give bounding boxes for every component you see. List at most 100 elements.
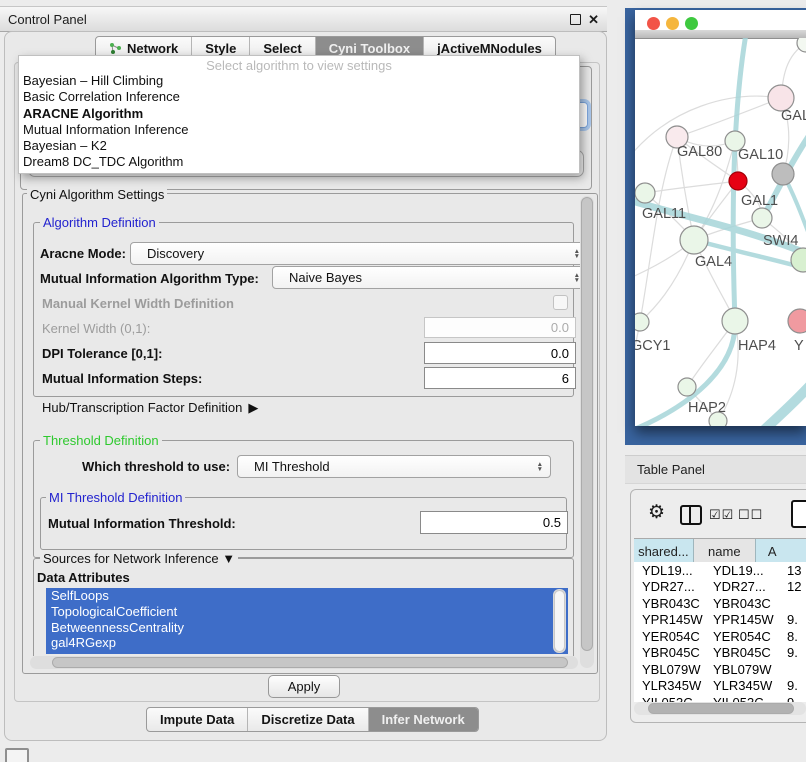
sources-toggle[interactable]: Sources for Network Inference ▼ <box>40 551 238 566</box>
zoom-traffic-light[interactable] <box>685 17 698 30</box>
algorithm-option-selected[interactable]: ARACNE Algorithm <box>19 106 579 122</box>
mi-type-label: Mutual Information Algorithm Type: <box>40 271 259 286</box>
table-row[interactable]: YER054CYER054C8. <box>634 628 806 645</box>
network-icon <box>109 42 122 55</box>
table-hscrollbar-thumb[interactable] <box>648 703 794 714</box>
which-threshold-label: Which threshold to use: <box>82 459 230 474</box>
list-scrollbar-track[interactable] <box>553 589 566 653</box>
node-gal4 <box>680 226 708 254</box>
new-table-icon[interactable] <box>791 500 806 528</box>
node-label: HAP2 <box>688 400 726 416</box>
attribute-item-selected[interactable]: gal4RGexp <box>46 635 568 651</box>
float-panel-icon[interactable] <box>570 14 581 25</box>
table-rows: YDL19...YDL19...13 YDR27...YDR27...12 YB… <box>634 562 806 702</box>
manual-kernel-label: Manual Kernel Width Definition <box>42 296 234 311</box>
close-icon[interactable]: ✕ <box>588 13 599 26</box>
attribute-item-selected[interactable]: TopologicalCoefficient <box>46 604 568 620</box>
node-gray <box>772 163 794 185</box>
tab-impute-data[interactable]: Impute Data <box>147 708 248 731</box>
dpi-tolerance-field[interactable]: 0.0 <box>424 342 576 364</box>
attribute-item-selected[interactable]: BetweennessCentrality <box>46 620 568 636</box>
settings-hscrollbar-thumb[interactable] <box>52 657 568 668</box>
node-label: GAL80 <box>677 144 722 160</box>
mi-threshold-title: MI Threshold Definition <box>46 490 185 505</box>
tab-discretize-data[interactable]: Discretize Data <box>248 708 368 731</box>
column-header-name[interactable]: name <box>694 539 756 563</box>
node-label: GAL11 <box>642 206 686 222</box>
minimize-traffic-light[interactable] <box>666 17 679 30</box>
manual-kernel-checkbox[interactable] <box>553 295 568 310</box>
table-row[interactable]: YDR27...YDR27...12 <box>634 579 806 596</box>
node-label: GAL1 <box>741 193 778 209</box>
mi-type-combobox[interactable]: Naive Bayes ▲▼ <box>272 266 588 289</box>
tab-infer-network[interactable]: Infer Network <box>369 708 478 731</box>
aracne-mode-label: Aracne Mode: <box>40 246 126 261</box>
mi-threshold-label: Mutual Information Threshold: <box>48 516 236 531</box>
table-row[interactable]: YBL079WYBL079W <box>634 661 806 678</box>
table-panel-titlebar: Table Panel <box>625 455 806 484</box>
algorithm-option[interactable]: Bayesian – Hill Climbing <box>19 73 579 89</box>
list-scrollbar-thumb[interactable] <box>554 590 565 652</box>
table-row[interactable]: YIL053CYIL053C9 <box>634 694 806 702</box>
settings-vscrollbar-thumb[interactable] <box>581 197 593 651</box>
cyni-bottom-tabbar: Impute Data Discretize Data Infer Networ… <box>146 707 479 732</box>
settings-vscrollbar-track[interactable] <box>580 196 594 668</box>
table-row[interactable]: YBR043CYBR043C <box>634 595 806 612</box>
collapsed-arrow-icon: ▶ <box>248 400 258 416</box>
algorithm-option[interactable]: Mutual Information Inference <box>19 122 579 138</box>
control-panel-titlebar: Control Panel ✕ <box>0 6 607 32</box>
aracne-mode-combobox[interactable]: Discovery ▲▼ <box>130 242 588 265</box>
column-header-shared[interactable]: shared... <box>634 539 694 563</box>
data-attributes-label: Data Attributes <box>37 570 130 585</box>
algorithm-dropdown-list: Select algorithm to view settings Bayesi… <box>18 55 580 174</box>
table-row[interactable]: YDL19...YDL19...13 <box>634 562 806 579</box>
node-gcy1 <box>635 313 649 331</box>
gear-icon[interactable]: ⚙ <box>648 503 665 522</box>
hub-definition-toggle[interactable]: Hub/Transcription Factor Definition▶ <box>42 400 258 416</box>
dropdown-placeholder: Select algorithm to view settings <box>19 56 579 73</box>
minimized-panel-icon[interactable] <box>5 748 29 762</box>
stepper-arrows-icon: ▲▼ <box>537 462 543 472</box>
column-header-partial[interactable]: A <box>756 539 806 563</box>
algorithm-option[interactable]: Bayesian – K2 <box>19 138 579 154</box>
node-label: GAL7 <box>781 108 806 124</box>
checked-columns-icon[interactable]: ☑☑ <box>709 507 734 523</box>
data-attributes-list: SelfLoops TopologicalCoefficient Between… <box>46 588 568 654</box>
node-label: SWI4 <box>763 233 798 249</box>
table-row[interactable]: YBR045CYBR045C9. <box>634 645 806 662</box>
algorithm-definition-title: Algorithm Definition <box>40 215 159 230</box>
node-label: GCY1 <box>635 338 671 354</box>
table-hscrollbar-track[interactable] <box>634 702 806 715</box>
node-label: HAP4 <box>738 338 776 354</box>
which-threshold-combobox[interactable]: MI Threshold ▲▼ <box>237 455 551 478</box>
threshold-definition-title: Threshold Definition <box>40 433 162 448</box>
settings-hscrollbar-track[interactable] <box>30 656 578 669</box>
node-gal1 <box>752 208 772 228</box>
mi-steps-field[interactable]: 6 <box>424 367 576 389</box>
table-row[interactable]: YPR145WYPR145W9. <box>634 612 806 629</box>
mi-steps-label: Mutual Information Steps: <box>42 371 202 386</box>
network-canvas[interactable]: GAL7 GAL80 GAL10 GAL1 GAL11 SWI4 GAL4 GC… <box>635 38 806 426</box>
algorithm-option[interactable]: Dream8 DC_TDC Algorithm <box>19 154 579 170</box>
apply-button[interactable]: Apply <box>268 675 340 698</box>
algorithm-option[interactable]: Basic Correlation Inference <box>19 89 579 105</box>
close-traffic-light[interactable] <box>647 17 660 30</box>
mi-threshold-field[interactable]: 0.5 <box>420 511 568 534</box>
node-selected-red <box>729 172 747 190</box>
panel-title: Control Panel <box>8 12 87 27</box>
node <box>797 38 806 52</box>
split-columns-icon[interactable] <box>680 505 702 525</box>
kernel-width-label: Kernel Width (0,1): <box>42 321 150 336</box>
table-row[interactable]: YLR345WYLR345W9. <box>634 678 806 695</box>
settings-group-title: Cyni Algorithm Settings <box>27 187 167 202</box>
unchecked-columns-icon[interactable]: ☐☐ <box>738 507 763 523</box>
node-hap4 <box>722 308 748 334</box>
node-salmon <box>788 309 806 333</box>
node-label: GAL4 <box>695 254 732 270</box>
table-panel-title: Table Panel <box>637 462 705 477</box>
expanded-arrow-icon: ▼ <box>222 551 235 566</box>
attribute-item-selected[interactable]: SelfLoops <box>46 588 568 604</box>
node-gal11 <box>635 183 655 203</box>
kernel-width-field[interactable]: 0.0 <box>424 317 576 338</box>
network-view-window[interactable]: GAL7 GAL80 GAL10 GAL1 GAL11 SWI4 GAL4 GC… <box>635 10 806 426</box>
